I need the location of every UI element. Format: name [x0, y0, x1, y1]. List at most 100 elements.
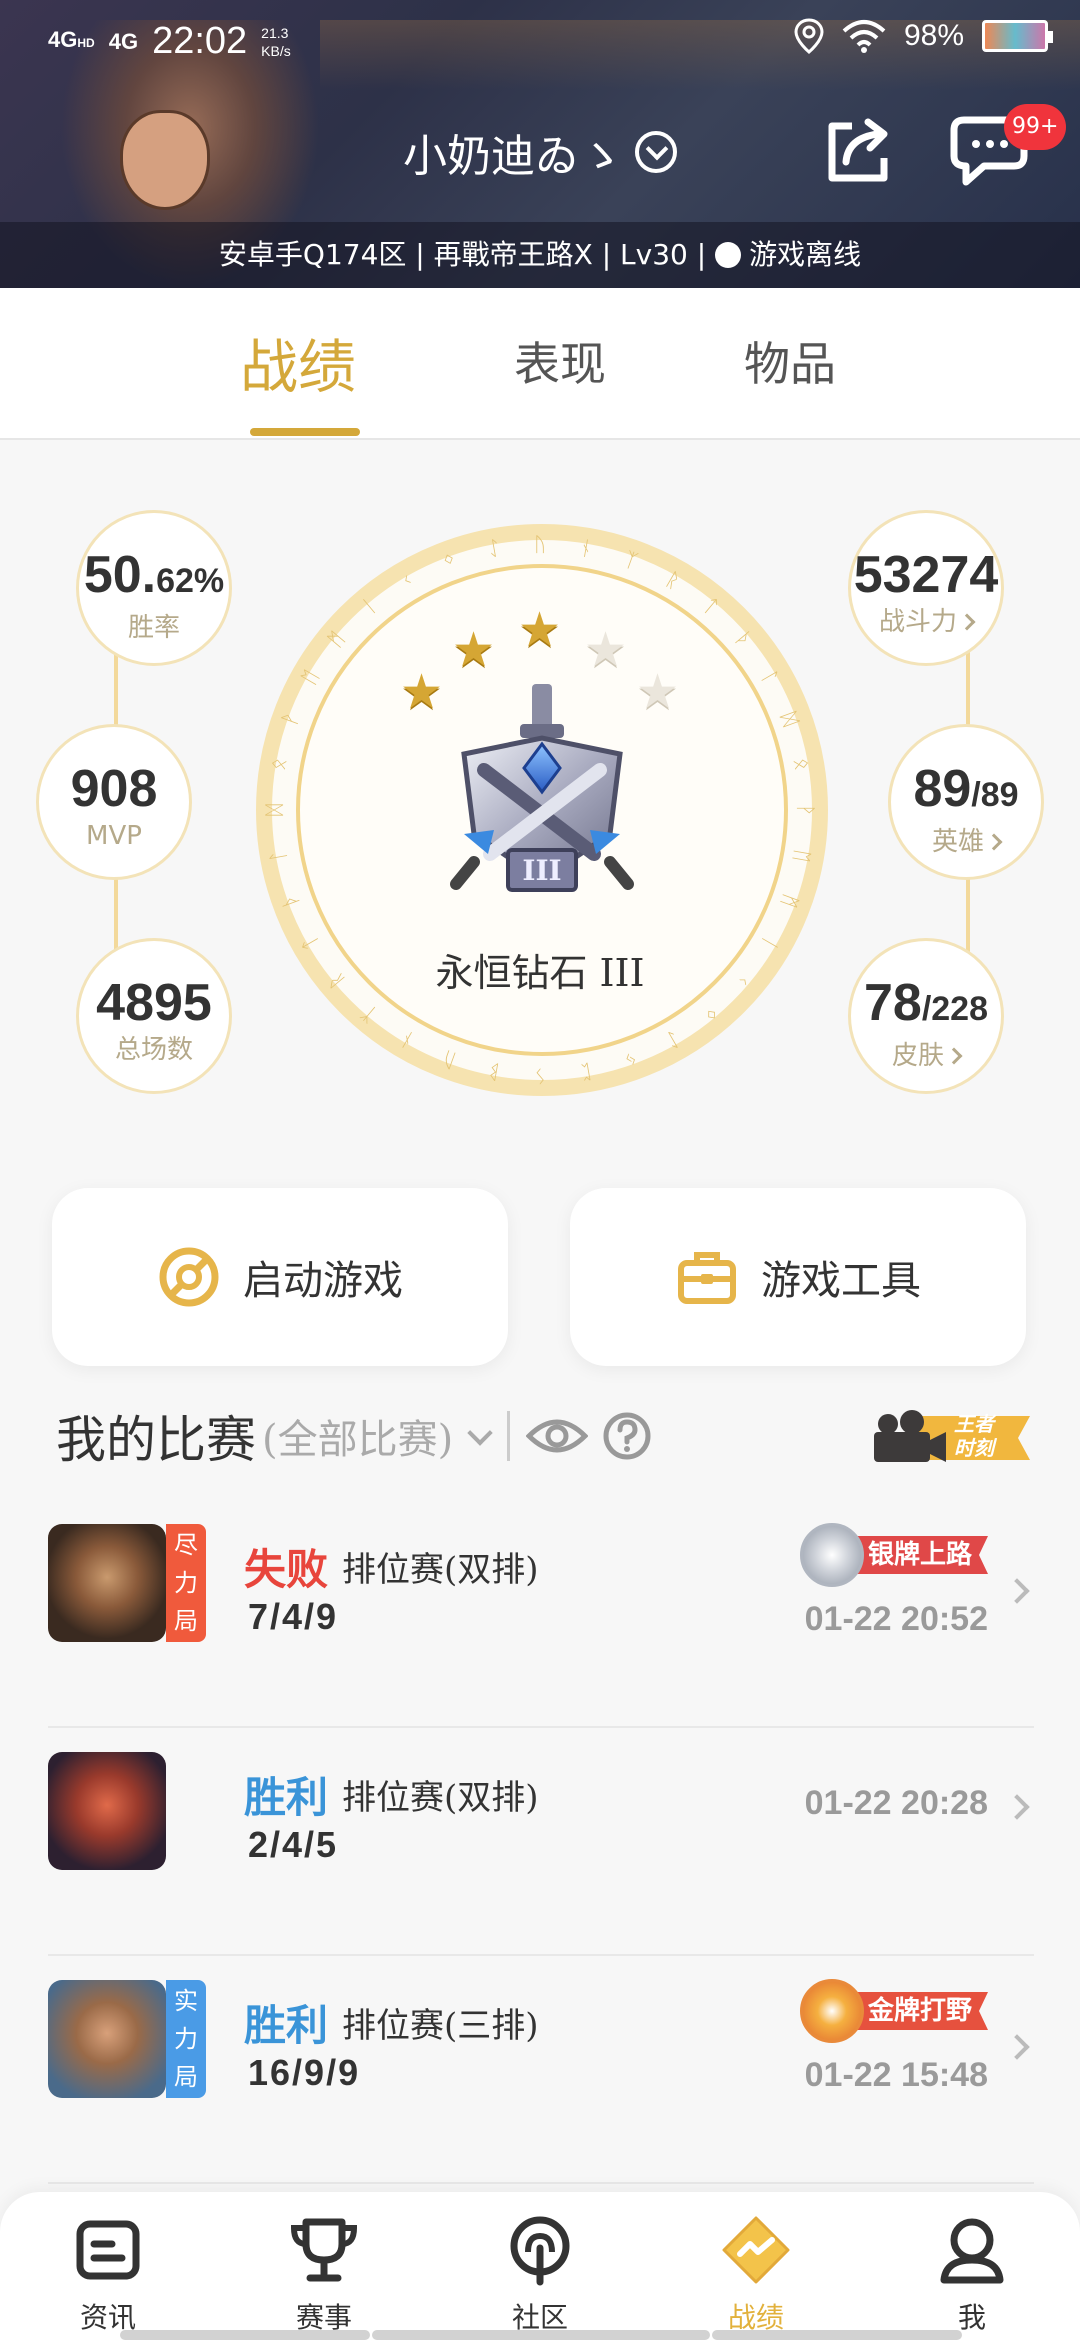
chevron-right-icon — [1004, 1794, 1030, 1820]
stat-skins[interactable]: 78/228 皮肤 — [848, 938, 1004, 1094]
rank-star-empty-icon: ★ — [636, 664, 680, 720]
profile-icon — [940, 2218, 1004, 2284]
status-bar: 4GHD 4G 22:02 21.3 KB/s 98% — [0, 0, 1080, 80]
hero-avatar-image — [48, 1524, 166, 1642]
match-tag-text: 尽力局 — [174, 1531, 198, 1635]
mvp-label: MVP — [86, 821, 142, 851]
username-switcher[interactable]: 小奶迪ゐゝ — [403, 120, 677, 184]
win-rate-label: 胜率 — [127, 613, 180, 643]
skins-total: /228 — [921, 990, 989, 1028]
network-speed: 21.3 KB/s — [261, 24, 291, 60]
win-rate-value: 50. — [83, 546, 157, 604]
hero-avatar — [48, 1980, 166, 2098]
chevron-right-icon — [985, 833, 1003, 851]
news-icon — [76, 2220, 140, 2280]
nav-item-community[interactable]: 社区 — [460, 2214, 620, 2336]
rune-decoration: ᚹ — [794, 804, 818, 816]
silver-medal-icon — [799, 1523, 864, 1587]
matches-title: 我的比赛 — [56, 1411, 256, 1469]
match-mode: 排位赛(双排) — [342, 1778, 539, 1818]
tab-items[interactable]: 物品 — [744, 328, 836, 394]
trophy-icon — [290, 2218, 358, 2282]
match-kda: 16/9/9 — [248, 2052, 361, 2093]
community-icon — [510, 2216, 570, 2286]
mvp-value: 908 — [70, 760, 158, 818]
record-tabs: 战绩 表现 物品 — [0, 288, 1080, 440]
profile-header: 4GHD 4G 22:02 21.3 KB/s 98% 小奶迪ゐゝ 99+ 安卓… — [0, 0, 1080, 288]
battery-percent: 98% — [903, 19, 964, 52]
server-info-bar: 安卓手Q174区 | 再戰帝王路X | Lv30 | 游戏离线 — [0, 222, 1080, 288]
rank-star-empty-icon: ★ — [584, 622, 628, 678]
message-badge: 99+ — [1004, 104, 1067, 150]
online-status: 游戏离线 — [749, 238, 862, 271]
match-tag-text: 实力局 — [174, 1987, 198, 2091]
chevron-down-icon[interactable] — [467, 1420, 493, 1446]
svg-text:III: III — [522, 854, 561, 887]
chevron-down-icon[interactable] — [635, 131, 677, 173]
share-icon[interactable] — [822, 112, 898, 188]
heroes-value: 89 — [913, 760, 972, 818]
eye-icon[interactable] — [526, 1414, 589, 1458]
win-rate-decimal: 62% — [156, 562, 225, 600]
nav-item-events[interactable]: 赛事 — [244, 2214, 404, 2336]
network-type: 4G — [48, 27, 78, 52]
nav-item-me[interactable]: 我 — [892, 2214, 1052, 2336]
location-icon — [794, 18, 824, 54]
rune-decoration: ᛊ — [534, 1064, 546, 1088]
game-tools-button[interactable]: 游戏工具 — [570, 1188, 1026, 1366]
battery-icon — [982, 20, 1053, 52]
stat-win-rate: 50.62% 胜率 — [76, 510, 232, 666]
match-kda: 7/4/9 — [248, 1596, 339, 1637]
launch-game-button[interactable]: 启动游戏 — [52, 1188, 508, 1366]
launch-icon — [159, 1247, 219, 1307]
diamond-rank-emblem-icon[interactable]: III — [444, 684, 640, 910]
speed-value: 21.3 — [261, 24, 289, 41]
matches-filter[interactable]: (全部比赛) — [262, 1407, 453, 1465]
king-moment-badge[interactable]: 王者 时刻 — [870, 1406, 1030, 1470]
power-value: 53274 — [853, 546, 999, 604]
king-moment-line2: 时刻 — [954, 1436, 994, 1460]
match-row[interactable]: 尽力局 失败 排位赛(双排) 7/4/9 银牌上路 01-22 20:52 — [48, 1500, 1034, 1728]
nav-item-news[interactable]: 资讯 — [28, 2214, 188, 2336]
camera-icon — [874, 1410, 1030, 1462]
chevron-right-icon — [1004, 2034, 1030, 2060]
home-indicator — [372, 2330, 710, 2340]
heroes-label: 英雄 — [931, 827, 984, 857]
skins-value: 78 — [863, 974, 922, 1032]
hero-avatar-image — [48, 1752, 166, 1870]
help-icon[interactable] — [602, 1411, 652, 1461]
launch-game-label: 启动游戏 — [243, 1258, 403, 1304]
match-result: 胜利 — [244, 1773, 329, 1822]
match-tag: 实力局 — [166, 1980, 206, 2098]
matches-header: 我的比赛 (全部比赛) — [56, 1400, 652, 1472]
match-mode: 排位赛(三排) — [342, 2006, 539, 2046]
stat-heroes[interactable]: 89/89 英雄 — [888, 724, 1044, 880]
match-result: 失败 — [244, 1545, 329, 1594]
match-medal: 银牌上路 — [799, 1523, 988, 1587]
match-kda: 2/4/5 — [248, 1824, 339, 1865]
tab-performance[interactable]: 表现 — [514, 328, 606, 394]
match-result: 胜利 — [244, 2001, 329, 2050]
total-games-value: 4895 — [96, 974, 212, 1032]
signal-4g: 4G — [108, 28, 139, 54]
tab-record[interactable]: 战绩 — [240, 320, 356, 404]
username-row[interactable]: 小奶迪ゐゝ — [0, 120, 1080, 184]
match-time: 01-22 20:28 — [804, 1784, 988, 1822]
home-indicator — [120, 2330, 370, 2340]
rank-star-icon: ★ — [518, 602, 562, 658]
clock: 22:02 — [152, 20, 248, 62]
king-moment-line1: 王者 — [954, 1412, 994, 1436]
username: 小奶迪ゐゝ — [403, 131, 623, 182]
gold-medal-icon — [799, 1979, 864, 2043]
nav-item-record[interactable]: 战绩 — [676, 2214, 836, 2336]
record-icon — [722, 2216, 790, 2284]
stat-total-games: 4895 总场数 — [76, 938, 232, 1094]
rune-decoration: ᛞ — [262, 804, 286, 816]
bottom-nav: 资讯 赛事 社区 战绩 我 — [0, 2192, 1080, 2340]
home-indicator — [712, 2330, 962, 2340]
power-label: 战斗力 — [878, 607, 957, 637]
match-row[interactable]: 胜利 排位赛(双排) 2/4/5 01-22 20:28 — [48, 1728, 1034, 1956]
stat-power[interactable]: 53274 战斗力 — [848, 510, 1004, 666]
server-info: 安卓手Q174区 | 再戰帝王路X | Lv30 | — [218, 238, 716, 271]
match-row[interactable]: 实力局 胜利 排位赛(三排) 16/9/9 金牌打野 01-22 15:48 — [48, 1956, 1034, 2184]
